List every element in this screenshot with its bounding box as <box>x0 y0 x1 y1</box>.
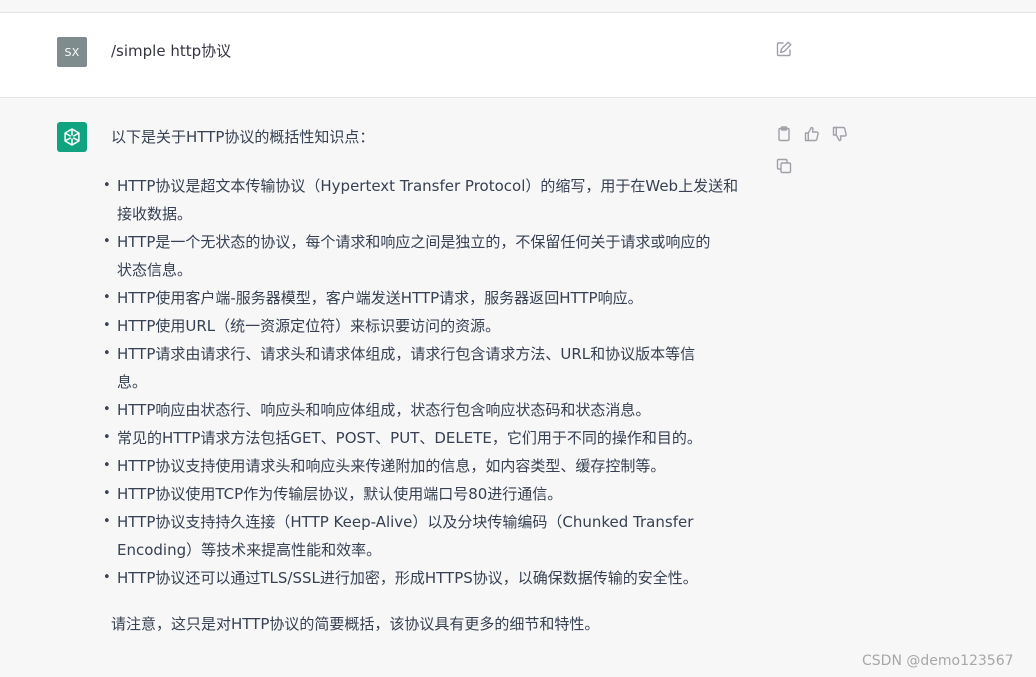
user-avatar: SX <box>57 37 87 67</box>
assistant-message-row: 以下是关于HTTP协议的概括性知识点： HTTP协议是超文本传输协议（Hyper… <box>0 98 1036 677</box>
list-item: HTTP协议是超文本传输协议（Hypertext Transfer Protoc… <box>103 172 763 228</box>
list-item: 常见的HTTP请求方法包括GET、POST、PUT、DELETE，它们用于不同的… <box>103 424 763 452</box>
list-item: HTTP请求由请求行、请求头和请求体组成，请求行包含请求方法、URL和协议版本等… <box>103 340 763 396</box>
top-divider <box>0 0 1036 13</box>
list-item: HTTP协议支持使用请求头和响应头来传递附加的信息，如内容类型、缓存控制等。 <box>103 452 763 480</box>
user-message-text: /simple http协议 <box>111 42 232 60</box>
assistant-note: 请注意，这只是对HTTP协议的简要概括，该协议具有更多的细节和特性。 <box>111 615 600 633</box>
bullet-line: HTTP协议是超文本传输协议（Hypertext Transfer Protoc… <box>117 177 739 195</box>
thumbs-down-icon[interactable] <box>831 125 849 143</box>
list-item: HTTP响应由状态行、响应头和响应体组成，状态行包含响应状态码和状态消息。 <box>103 396 763 424</box>
openai-logo-icon <box>57 122 87 152</box>
bullet-line: 常见的HTTP请求方法包括GET、POST、PUT、DELETE，它们用于不同的… <box>117 429 702 447</box>
bullet-line: HTTP使用客户端-服务器模型，客户端发送HTTP请求，服务器返回HTTP响应。 <box>117 289 643 307</box>
bullet-list: HTTP协议是超文本传输协议（Hypertext Transfer Protoc… <box>103 172 763 592</box>
bullet-line: HTTP请求由请求行、请求头和请求体组成，请求行包含请求方法、URL和协议版本等… <box>117 345 696 363</box>
list-item: HTTP使用客户端-服务器模型，客户端发送HTTP请求，服务器返回HTTP响应。 <box>103 284 763 312</box>
list-item: HTTP协议使用TCP作为传输层协议，默认使用端口号80进行通信。 <box>103 480 763 508</box>
bullet-line: 息。 <box>117 373 148 391</box>
bullet-line: Encoding）等技术来提高性能和效率。 <box>117 541 382 559</box>
assistant-intro: 以下是关于HTTP协议的概括性知识点： <box>111 128 375 146</box>
list-item: HTTP是一个无状态的协议，每个请求和响应之间是独立的，不保留任何关于请求或响应… <box>103 228 763 284</box>
bullet-line: HTTP使用URL（统一资源定位符）来标识要访问的资源。 <box>117 317 501 335</box>
edit-icon[interactable] <box>775 40 793 58</box>
list-item: HTTP协议支持持久连接（HTTP Keep-Alive）以及分块传输编码（Ch… <box>103 508 763 564</box>
bullet-line: 接收数据。 <box>117 205 193 223</box>
user-message-row: SX /simple http协议 <box>0 13 1036 98</box>
thumbs-up-icon[interactable] <box>803 125 821 143</box>
bullet-line: HTTP协议还可以通过TLS/SSL进行加密，形成HTTPS协议，以确保数据传输… <box>117 569 698 587</box>
bullet-line: HTTP协议使用TCP作为传输层协议，默认使用端口号80进行通信。 <box>117 485 563 503</box>
bullet-line: HTTP是一个无状态的协议，每个请求和响应之间是独立的，不保留任何关于请求或响应… <box>117 233 711 251</box>
list-item: HTTP协议还可以通过TLS/SSL进行加密，形成HTTPS协议，以确保数据传输… <box>103 564 763 592</box>
bullet-line: HTTP响应由状态行、响应头和响应体组成，状态行包含响应状态码和状态消息。 <box>117 401 651 419</box>
bullet-line: HTTP协议支持使用请求头和响应头来传递附加的信息，如内容类型、缓存控制等。 <box>117 457 666 475</box>
clipboard-icon[interactable] <box>775 125 793 143</box>
bullet-line: HTTP协议支持持久连接（HTTP Keep-Alive）以及分块传输编码（Ch… <box>117 513 694 531</box>
bullet-line: 状态信息。 <box>117 261 193 279</box>
copy-icon[interactable] <box>775 157 793 175</box>
watermark: CSDN @demo123567 <box>862 653 1014 669</box>
list-item: HTTP使用URL（统一资源定位符）来标识要访问的资源。 <box>103 312 763 340</box>
